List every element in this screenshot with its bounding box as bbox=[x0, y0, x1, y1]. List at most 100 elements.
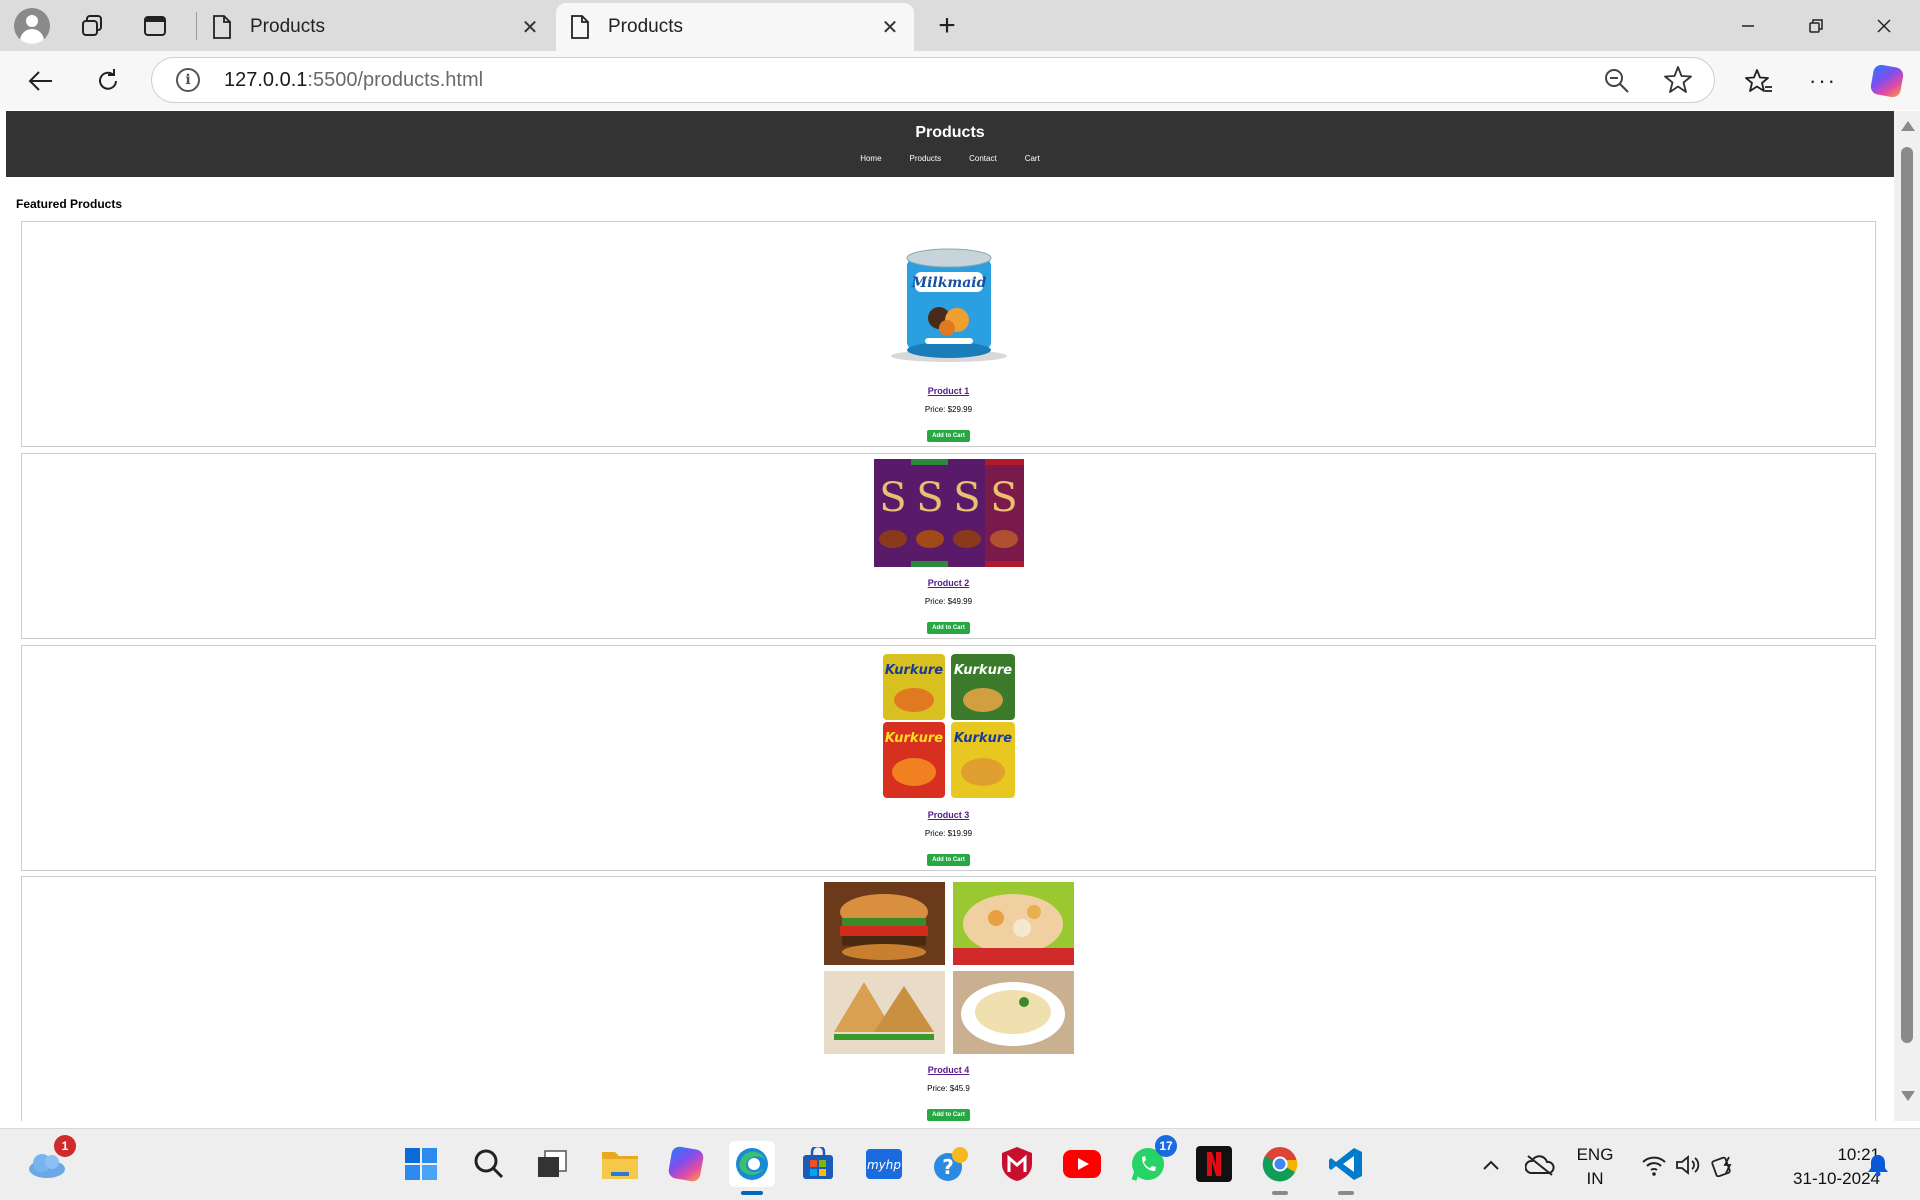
speaker-icon bbox=[1676, 1155, 1700, 1175]
whatsapp-badge: 17 bbox=[1155, 1135, 1177, 1157]
taskbar: 1 myhp ? 17 ENG IN 10:21 31-10-2024 bbox=[0, 1128, 1920, 1200]
vscode-icon bbox=[1329, 1148, 1362, 1180]
scroll-up-icon[interactable] bbox=[1901, 121, 1915, 131]
product-name-link[interactable]: Product 4 bbox=[22, 1065, 1875, 1075]
new-tab-button[interactable]: + bbox=[927, 6, 967, 46]
favorites-icon bbox=[1745, 69, 1772, 92]
add-to-cart-button[interactable]: Add to Cart bbox=[927, 430, 970, 442]
store-icon bbox=[803, 1147, 833, 1179]
silk-chocolate-image: S S S S bbox=[873, 459, 1024, 567]
browser-titlebar: Products ✕ Products ✕ + bbox=[0, 0, 1920, 51]
chrome-icon bbox=[1262, 1147, 1298, 1182]
taskbar-youtube[interactable] bbox=[1059, 1141, 1105, 1187]
taskbar-file-explorer[interactable] bbox=[597, 1141, 643, 1187]
chevron-up-icon bbox=[1483, 1160, 1499, 1170]
workspaces-button[interactable] bbox=[72, 6, 112, 46]
bell-icon bbox=[1868, 1155, 1888, 1177]
add-to-cart-button[interactable]: Add to Cart bbox=[927, 854, 970, 866]
site-header: Products Home Products Contact Cart bbox=[6, 111, 1894, 177]
reload-button[interactable] bbox=[87, 60, 129, 102]
taskbar-chrome[interactable] bbox=[1257, 1141, 1303, 1195]
close-tab-icon[interactable]: ✕ bbox=[874, 11, 906, 43]
running-indicator bbox=[1272, 1191, 1288, 1195]
product-name-link[interactable]: Product 2 bbox=[22, 578, 1875, 588]
taskbar-myhp[interactable]: myhp bbox=[861, 1141, 907, 1187]
nav-link-contact[interactable]: Contact bbox=[969, 154, 997, 163]
minimize-button[interactable] bbox=[1714, 0, 1782, 51]
taskbar-get-help[interactable]: ? bbox=[928, 1141, 974, 1187]
running-indicator bbox=[1338, 1191, 1354, 1195]
back-arrow-icon bbox=[28, 71, 52, 91]
product-price: Price: $49.99 bbox=[924, 597, 973, 606]
favorites-button[interactable] bbox=[1738, 60, 1780, 102]
svg-text:?: ? bbox=[942, 1155, 954, 1179]
restore-button[interactable] bbox=[1782, 0, 1850, 51]
taskbar-task-view[interactable] bbox=[529, 1141, 575, 1187]
show-hidden-icons-button[interactable] bbox=[1476, 1129, 1506, 1200]
weather-widget[interactable]: 1 bbox=[24, 1135, 76, 1187]
tab-title: Products bbox=[608, 16, 683, 37]
input-language[interactable]: ENG IN bbox=[1570, 1143, 1620, 1191]
vertical-scrollbar[interactable] bbox=[1894, 111, 1920, 1121]
netflix-icon bbox=[1196, 1146, 1232, 1182]
favorite-star-icon[interactable] bbox=[1662, 64, 1694, 96]
product-price: Price: $19.99 bbox=[924, 829, 973, 838]
onedrive-offline-icon bbox=[1525, 1155, 1555, 1176]
taskbar-edge[interactable] bbox=[729, 1141, 775, 1195]
scroll-thumb[interactable] bbox=[1901, 147, 1913, 1043]
add-to-cart-button[interactable]: Add to Cart bbox=[927, 622, 970, 634]
close-tab-icon[interactable]: ✕ bbox=[514, 11, 546, 43]
site-title: Products bbox=[915, 124, 985, 141]
add-to-cart-button[interactable]: Add to Cart bbox=[927, 1109, 970, 1121]
product-card: S S S S Product 2 Price: $49.99 Add to C… bbox=[21, 453, 1876, 639]
site-info-icon[interactable]: i bbox=[176, 68, 200, 92]
nav-link-home[interactable]: Home bbox=[860, 154, 881, 163]
url-text[interactable]: 127.0.0.1:5500/products.html bbox=[224, 69, 483, 92]
copilot-button[interactable] bbox=[1866, 60, 1908, 102]
taskbar-copilot[interactable] bbox=[663, 1141, 709, 1187]
taskbar-mcafee[interactable] bbox=[994, 1141, 1040, 1187]
back-button[interactable] bbox=[20, 60, 62, 102]
tab-products-1[interactable]: Products ✕ bbox=[198, 3, 554, 51]
product-name-link[interactable]: Product 1 bbox=[22, 386, 1875, 396]
svg-text:S: S bbox=[953, 475, 980, 521]
volume-status[interactable] bbox=[1670, 1129, 1706, 1200]
taskbar-start[interactable] bbox=[398, 1141, 444, 1187]
task-view-icon bbox=[538, 1150, 567, 1177]
taskbar-whatsapp[interactable]: 17 bbox=[1125, 1135, 1177, 1187]
page-viewport: Products Home Products Contact Cart Feat… bbox=[6, 111, 1894, 1121]
svg-text:S: S bbox=[879, 475, 906, 521]
product-price: Price: $29.99 bbox=[924, 405, 973, 414]
product-card: Kurkure Kurkure Kurkure Kurkure Product … bbox=[21, 645, 1876, 871]
profile-button[interactable] bbox=[12, 6, 52, 46]
product-card: Product 4 Price: $45.9 Add to Cart bbox=[21, 876, 1876, 1121]
youtube-icon bbox=[1063, 1150, 1101, 1178]
more-options-button[interactable]: ··· bbox=[1802, 60, 1844, 102]
nav-link-cart[interactable]: Cart bbox=[1025, 154, 1040, 163]
copilot-icon bbox=[1869, 63, 1905, 99]
close-window-button[interactable] bbox=[1850, 0, 1918, 51]
nav-link-products[interactable]: Products bbox=[910, 154, 942, 163]
tab-actions-button[interactable] bbox=[135, 6, 175, 46]
product-name-link[interactable]: Product 3 bbox=[22, 810, 1875, 820]
battery-status[interactable] bbox=[1706, 1129, 1742, 1200]
tab-products-2[interactable]: Products ✕ bbox=[556, 3, 914, 51]
taskbar-netflix[interactable] bbox=[1191, 1141, 1237, 1187]
page-icon bbox=[212, 15, 232, 39]
wifi-icon bbox=[1642, 1156, 1666, 1176]
scroll-down-icon[interactable] bbox=[1901, 1091, 1915, 1101]
ellipsis-icon: ··· bbox=[1809, 68, 1837, 93]
zoom-out-icon[interactable] bbox=[1602, 66, 1632, 96]
profile-avatar-icon bbox=[14, 8, 50, 44]
svg-text:S: S bbox=[990, 475, 1017, 521]
windows-start-icon bbox=[405, 1148, 437, 1180]
notifications-button[interactable] bbox=[1860, 1129, 1896, 1200]
section-title: Featured Products bbox=[16, 197, 123, 211]
taskbar-vscode[interactable] bbox=[1323, 1141, 1369, 1195]
address-bar[interactable]: i 127.0.0.1:5500/products.html bbox=[151, 57, 1715, 103]
weather-badge: 1 bbox=[54, 1135, 76, 1157]
taskbar-search[interactable] bbox=[466, 1141, 512, 1187]
taskbar-store[interactable] bbox=[795, 1141, 841, 1187]
wifi-status[interactable] bbox=[1636, 1129, 1672, 1200]
onedrive-status[interactable] bbox=[1522, 1129, 1558, 1200]
